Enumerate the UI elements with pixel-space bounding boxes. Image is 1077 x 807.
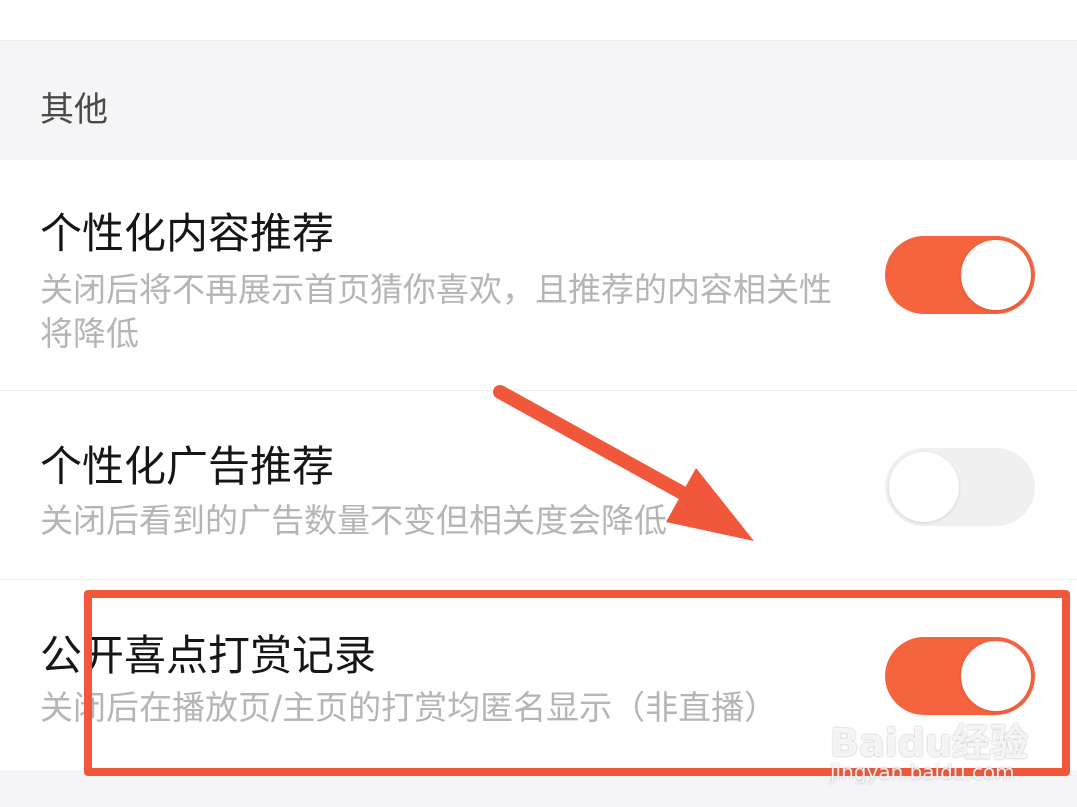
setting-row-personalized-ads: 个性化广告推荐 关闭后看到的广告数量不变但相关度会降低 [0, 391, 1077, 580]
setting-description: 关闭后看到的广告数量不变但相关度会降低 [40, 501, 667, 540]
setting-row-personalized-content: 个性化内容推荐 关闭后将不再展示首页猜你喜欢，且推荐的内容相关性将降低 [0, 160, 1077, 391]
personalized-ads-toggle[interactable] [885, 448, 1035, 526]
section-title: 其他 [40, 90, 108, 130]
toggle-knob [961, 240, 1031, 310]
setting-row-public-tip-records: 公开喜点打赏记录 关闭后在播放页/主页的打赏均匿名显示（非直播） [0, 580, 1077, 770]
top-panel [0, 0, 1077, 41]
setting-description: 关闭后在播放页/主页的打赏均匿名显示（非直播） [40, 688, 778, 727]
toggle-knob [961, 641, 1031, 711]
settings-list: 个性化内容推荐 关闭后将不再展示首页猜你喜欢，且推荐的内容相关性将降低 个性化广… [0, 160, 1077, 770]
bottom-strip [0, 770, 1077, 807]
public-tip-records-toggle[interactable] [885, 637, 1035, 715]
personalized-content-toggle[interactable] [885, 236, 1035, 314]
section-header [0, 41, 1077, 159]
setting-title: 公开喜点打赏记录 [40, 631, 377, 680]
toggle-knob [889, 452, 959, 522]
setting-description: 关闭后将不再展示首页猜你喜欢，且推荐的内容相关性将降低 [40, 270, 832, 353]
setting-title: 个性化广告推荐 [40, 442, 335, 491]
setting-title: 个性化内容推荐 [40, 209, 335, 258]
